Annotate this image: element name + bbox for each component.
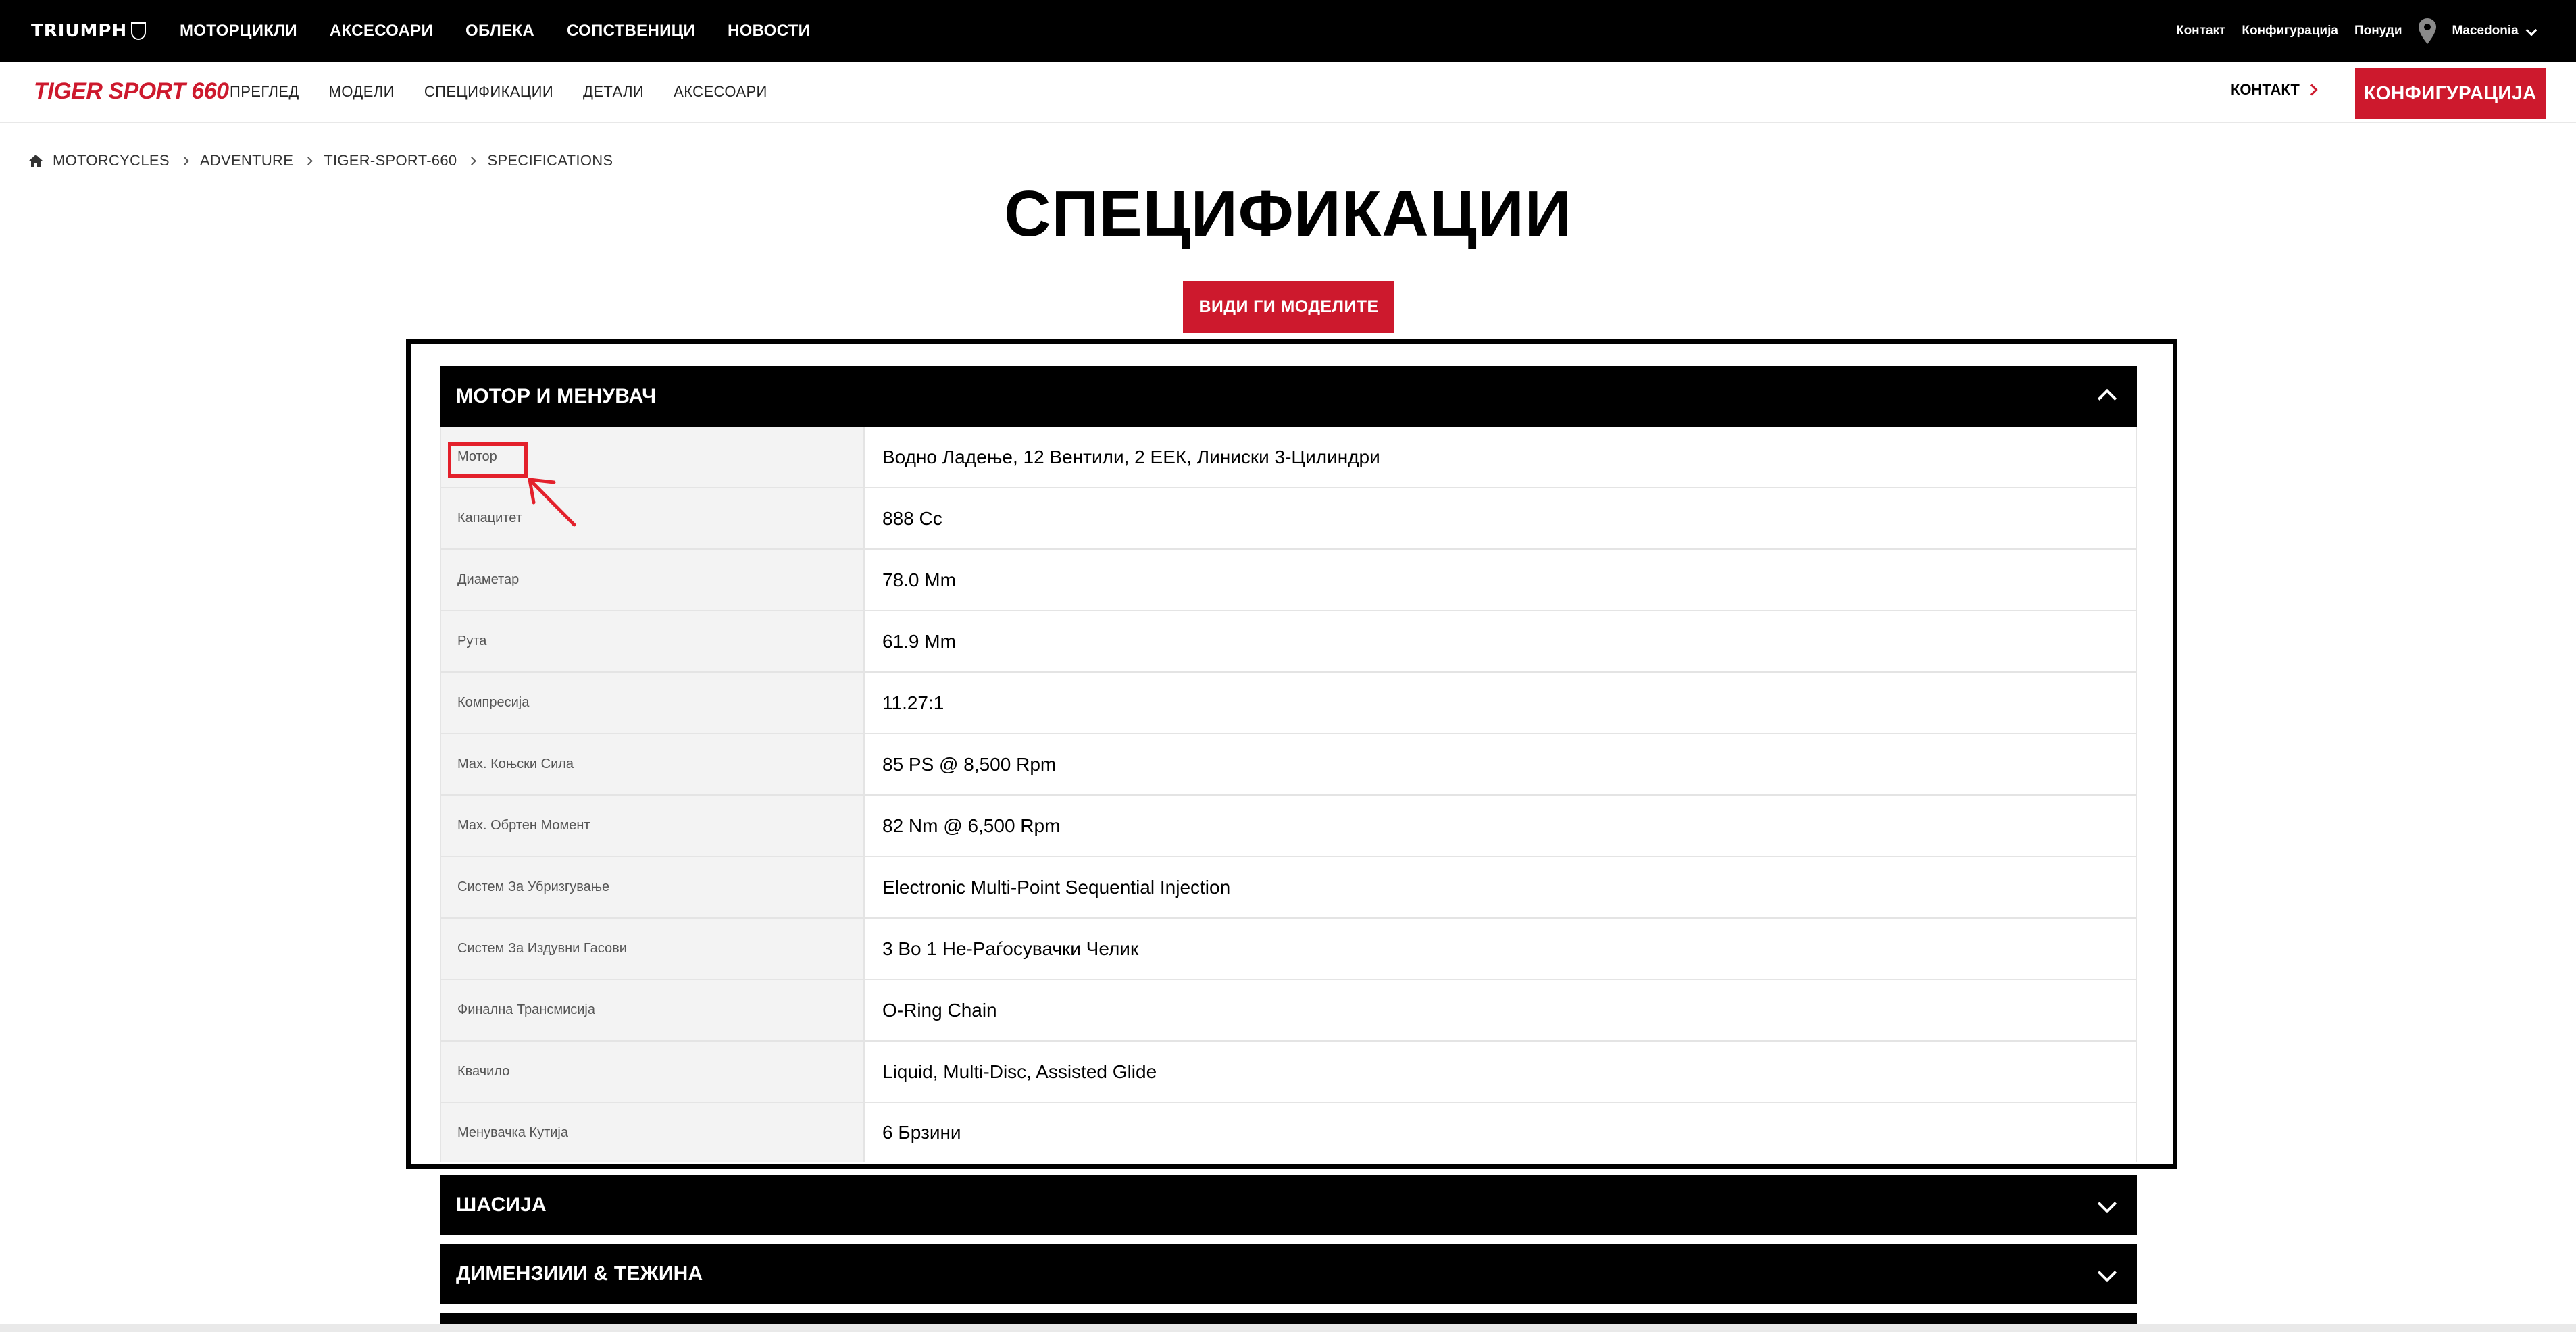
breadcrumb-item[interactable]: TIGER-SPORT-660 xyxy=(324,152,457,170)
spec-value: Водно Ладење, 12 Вентили, 2 ЕЕК, Линиски… xyxy=(865,427,2137,487)
shield-icon xyxy=(131,22,147,40)
utility-config-link[interactable]: Конфигурација xyxy=(2242,24,2338,39)
spec-value: 78.0 Mm xyxy=(865,550,2137,610)
model-subnav: TIGER SPORT 660 ПРЕГЛЕД МОДЕЛИ СПЕЦИФИКА… xyxy=(0,62,2576,123)
spec-label: Капацитет xyxy=(440,488,865,548)
table-row: Капацитет 888 Cc xyxy=(440,488,2137,550)
breadcrumb-item-current: SPECIFICATIONS xyxy=(487,152,613,169)
table-row: Квачило Liquid, Multi-Disc, Assisted Gli… xyxy=(440,1042,2137,1103)
spec-label: Менувачка Кутија xyxy=(440,1103,865,1162)
table-row: Мах. Обртен Момент 82 Nm @ 6,500 Rpm xyxy=(440,796,2137,857)
annotation-arrow-icon xyxy=(528,478,576,527)
spec-label: Систем За Издувни Гасови xyxy=(440,919,865,979)
spec-label: Мах. Обртен Момент xyxy=(440,796,865,856)
configure-button[interactable]: КОНФИГУРАЦИЈА xyxy=(2355,68,2546,119)
spec-label: Мах. Коњски Сила xyxy=(440,734,865,794)
view-models-button[interactable]: ВИДИ ГИ МОДЕЛИТЕ xyxy=(1183,281,1394,333)
table-row: Менувачка Кутија 6 Брзини xyxy=(440,1103,2137,1162)
accordion-header-engine[interactable]: МОТОР И МЕНУВАЧ xyxy=(440,366,2137,427)
nav-news[interactable]: НОВОСТИ xyxy=(728,22,810,41)
accordion-title: МОТОР И МЕНУВАЧ xyxy=(456,385,657,407)
spec-value: 6 Брзини xyxy=(865,1103,2137,1162)
spec-value: 11.27:1 xyxy=(865,673,2137,733)
accordion-header-dimensions[interactable]: ДИМЕНЗИИИ & ТЕЖИНА xyxy=(440,1244,2137,1304)
breadcrumb-item[interactable]: MOTORCYCLES xyxy=(53,152,170,170)
horizontal-scrollbar[interactable] xyxy=(0,1324,2576,1332)
breadcrumb: MOTORCYCLES ADVENTURE TIGER-SPORT-660 SP… xyxy=(28,152,613,170)
table-row: Компресија 11.27:1 xyxy=(440,673,2137,734)
accordion-header-partial xyxy=(440,1313,2137,1324)
subnav-details[interactable]: ДЕТАЛИ xyxy=(583,83,644,101)
subnav-overview[interactable]: ПРЕГЛЕД xyxy=(230,83,299,101)
chevron-right-icon xyxy=(180,156,189,165)
utility-contact-link[interactable]: Контакт xyxy=(2176,24,2225,39)
spec-label: Рута xyxy=(440,611,865,671)
chevron-down-icon xyxy=(2097,1194,2117,1214)
subnav-accessories[interactable]: АКСЕСОАРИ xyxy=(674,83,767,101)
spec-value: Liquid, Multi-Disc, Assisted Glide xyxy=(865,1042,2137,1102)
triumph-logo[interactable]: TRIUMPH xyxy=(31,18,147,45)
logo-text: TRIUMPH xyxy=(31,21,128,41)
chevron-down-icon xyxy=(2525,24,2537,36)
spec-value: 888 Cc xyxy=(865,488,2137,548)
table-row: Систем За Издувни Гасови 3 Во 1 Не-Рaѓос… xyxy=(440,919,2137,980)
spec-label: Компресија xyxy=(440,673,865,733)
model-name[interactable]: TIGER SPORT 660 xyxy=(34,78,229,105)
chevron-down-icon xyxy=(2097,1262,2117,1283)
model-subnav-links: ПРЕГЛЕД МОДЕЛИ СПЕЦИФИКАЦИИ ДЕТАЛИ АКСЕС… xyxy=(230,62,767,122)
subnav-specifications[interactable]: СПЕЦИФИКАЦИИ xyxy=(424,83,553,101)
chevron-right-icon xyxy=(304,156,313,165)
table-row: Рута 61.9 Mm xyxy=(440,611,2137,673)
spec-label: Диаметар xyxy=(440,550,865,610)
table-row: Финална Трансмисија O-Ring Chain xyxy=(440,980,2137,1042)
spec-value: 85 PS @ 8,500 Rpm xyxy=(865,734,2137,794)
region-selector[interactable]: Macedonia xyxy=(2452,24,2537,39)
home-icon[interactable] xyxy=(28,154,43,168)
contact-link-label: КОНТАКТ xyxy=(2231,81,2300,98)
table-row: Диаметар 78.0 Mm xyxy=(440,550,2137,611)
spec-label: Финална Трансмисија xyxy=(440,980,865,1040)
top-navbar: TRIUMPH МОТОРЦИКЛИ АКСЕСОАРИ ОБЛЕКА СОПС… xyxy=(0,0,2576,62)
chevron-right-icon xyxy=(468,156,477,165)
spec-value: 61.9 Mm xyxy=(865,611,2137,671)
spec-label: Систем За Убризгување xyxy=(440,857,865,917)
table-row: Систем За Убризгување Electronic Multi-P… xyxy=(440,857,2137,919)
spec-value: 3 Во 1 Не-Рaѓосувачки Челик xyxy=(865,919,2137,979)
nav-clothing[interactable]: ОБЛЕКА xyxy=(465,22,534,41)
accordion-header-chassis[interactable]: ШАСИЈА xyxy=(440,1175,2137,1235)
utility-offers-link[interactable]: Понуди xyxy=(2354,24,2402,39)
chevron-right-icon xyxy=(2306,84,2318,96)
nav-accessories[interactable]: АКСЕСОАРИ xyxy=(330,22,433,41)
chevron-up-icon xyxy=(2097,388,2117,409)
breadcrumb-item[interactable]: ADVENTURE xyxy=(200,152,293,170)
accordion-title: ДИМЕНЗИИИ & ТЕЖИНА xyxy=(456,1262,703,1285)
region-label: Macedonia xyxy=(2452,24,2519,38)
accordion-title: ШАСИЈА xyxy=(456,1194,547,1216)
nav-owners[interactable]: СОПСТВЕНИЦИ xyxy=(567,22,695,41)
spec-value: 82 Nm @ 6,500 Rpm xyxy=(865,796,2137,856)
nav-motorcycles[interactable]: МОТОРЦИКЛИ xyxy=(180,22,297,41)
page-title: СПЕЦИФИКАЦИИ xyxy=(1004,178,1572,250)
spec-table: Мотор Водно Ладење, 12 Вентили, 2 ЕЕК, Л… xyxy=(440,427,2137,1162)
table-row: Мах. Коњски Сила 85 PS @ 8,500 Rpm xyxy=(440,734,2137,796)
subnav-models[interactable]: МОДЕЛИ xyxy=(329,83,395,101)
main-nav: МОТОРЦИКЛИ АКСЕСОАРИ ОБЛЕКА СОПСТВЕНИЦИ … xyxy=(180,0,810,62)
utility-nav: Контакт Конфигурација Понуди Macedonia xyxy=(2176,0,2537,62)
contact-link[interactable]: КОНТАКТ xyxy=(2231,81,2318,99)
spec-value: Electronic Multi-Point Sequential Inject… xyxy=(865,857,2137,917)
location-pin-icon[interactable] xyxy=(2418,18,2436,44)
annotation-box xyxy=(448,442,528,478)
table-row: Мотор Водно Ладење, 12 Вентили, 2 ЕЕК, Л… xyxy=(440,427,2137,488)
spec-value: O-Ring Chain xyxy=(865,980,2137,1040)
spec-label: Квачило xyxy=(440,1042,865,1102)
